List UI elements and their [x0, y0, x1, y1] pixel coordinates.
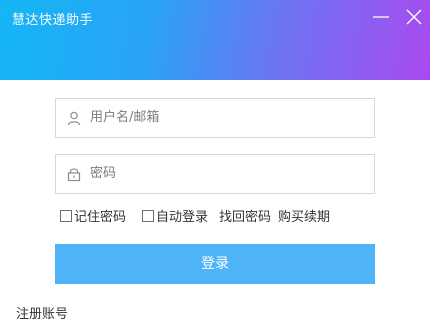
title-bar: 慧达快递助手 — [0, 0, 430, 80]
buy-renew-link[interactable]: 购买续期 — [278, 210, 330, 226]
remember-password-label: 记住密码 — [74, 210, 127, 225]
lock-icon — [67, 168, 81, 182]
register-account-link[interactable]: 注册账号 — [16, 303, 68, 322]
find-password-link[interactable]: 找回密码 — [219, 210, 271, 226]
close-button[interactable] — [403, 6, 425, 28]
minimize-button[interactable] — [370, 6, 392, 28]
app-title: 慧达快递助手 — [12, 13, 94, 28]
username-input[interactable]: 用户名/邮箱 — [55, 98, 375, 138]
password-placeholder: 密码 — [90, 166, 117, 181]
username-placeholder: 用户名/邮箱 — [90, 110, 160, 125]
auto-login-box[interactable] — [142, 210, 154, 222]
remember-password-box[interactable] — [60, 210, 72, 222]
remember-password-checkbox[interactable]: 记住密码 — [60, 210, 126, 226]
password-input[interactable]: 密码 — [55, 154, 375, 194]
auto-login-checkbox[interactable]: 自动登录 — [142, 210, 208, 226]
login-button[interactable]: 登录 — [55, 244, 375, 284]
auto-login-label: 自动登录 — [156, 210, 209, 225]
user-icon — [67, 111, 81, 126]
close-icon — [406, 9, 422, 25]
minimize-icon — [373, 16, 389, 18]
